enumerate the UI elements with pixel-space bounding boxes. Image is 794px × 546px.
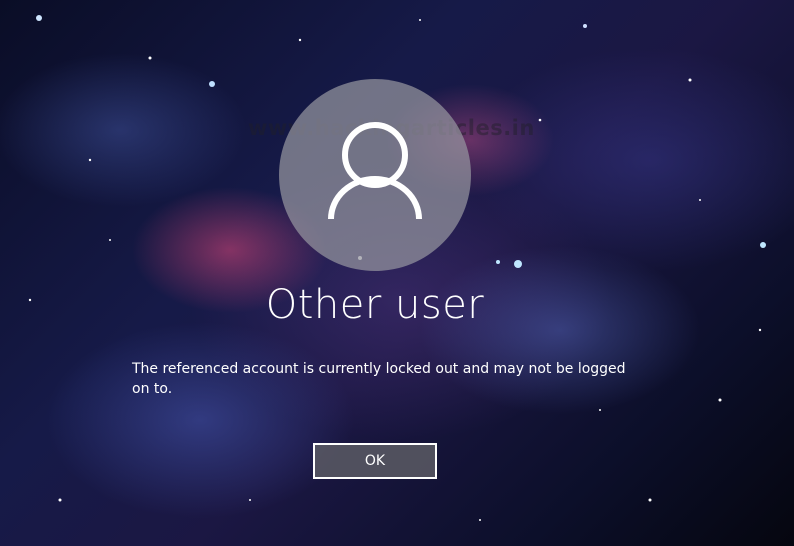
username: Other user <box>265 282 485 328</box>
lock-screen: www.hackingarticles.in Other user The re… <box>0 0 794 546</box>
user-icon <box>328 122 422 220</box>
avatar <box>279 79 471 271</box>
error-message: The referenced account is currently lock… <box>132 361 626 397</box>
ok-button[interactable]: OK <box>313 443 437 479</box>
